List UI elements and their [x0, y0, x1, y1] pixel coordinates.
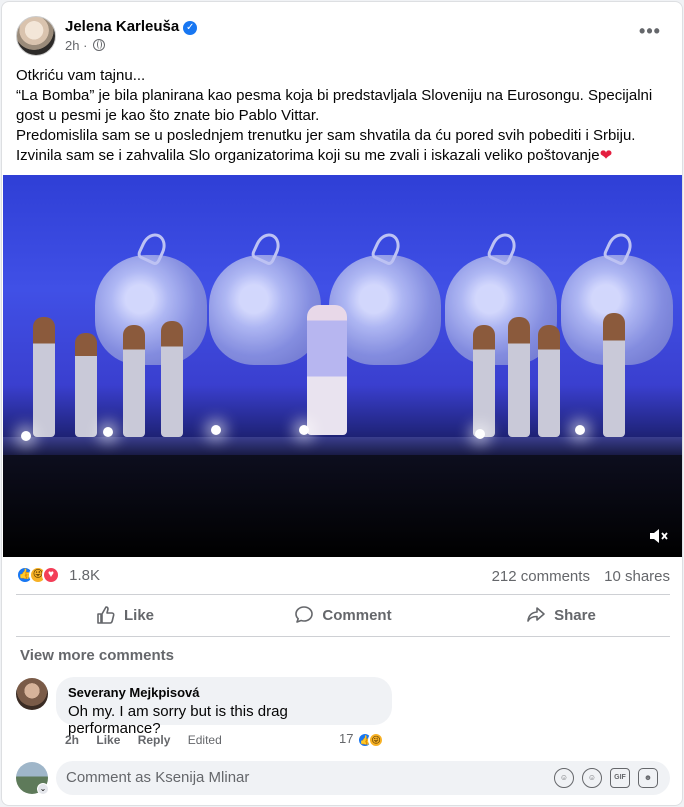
- comment-reactions[interactable]: 17 👍😜: [339, 731, 385, 748]
- composer-icons: ☺ ☺ GIF ☻: [554, 768, 658, 788]
- post-text-line: Otkriću vam tajnu...: [16, 67, 146, 84]
- dancer-figure: [508, 317, 530, 437]
- stage-light: [21, 431, 31, 441]
- comment-reply-button[interactable]: Reply: [138, 733, 171, 747]
- love-reaction-icon: ♥: [42, 566, 60, 585]
- dancer-figure: [75, 333, 97, 437]
- comment-bubble: Severany Mejkpisová Oh my. I am sorry bu…: [56, 677, 392, 737]
- share-label: Share: [554, 606, 596, 624]
- author-name-row: Jelena Karleuša ✓: [65, 18, 198, 35]
- post-header: Jelena Karleuša ✓ 2h · •••: [16, 14, 670, 56]
- commenter-name[interactable]: Severany Mejkpisová: [68, 685, 380, 700]
- comment-meta: 2h Like Reply Edited: [65, 733, 236, 747]
- view-more-comments-link[interactable]: View more comments: [20, 647, 174, 664]
- dancer-figure: [603, 313, 625, 437]
- sticker-avatar-icon[interactable]: ☺: [554, 768, 574, 788]
- heart-emoji-icon: ❤: [599, 147, 613, 164]
- commenter-avatar[interactable]: [16, 678, 48, 710]
- stats-right: 212 comments 10 shares: [482, 568, 670, 585]
- post-actions: Like Comment Share: [16, 598, 670, 632]
- comment-input-placeholder: Comment as Ksenija Mlinar: [66, 769, 250, 786]
- post-video[interactable]: [3, 175, 682, 557]
- stage-light: [299, 425, 309, 435]
- dancer-figure: [473, 325, 495, 437]
- more-options-icon[interactable]: •••: [636, 20, 664, 48]
- haha-reaction-icon: 😜: [368, 731, 385, 748]
- verified-badge-icon: ✓: [183, 21, 198, 35]
- share-button[interactable]: Share: [452, 598, 670, 632]
- comment-count[interactable]: 212 comments: [492, 568, 590, 585]
- stage-balloon-decoration: [95, 255, 207, 365]
- globe-icon: [93, 39, 106, 51]
- reaction-count[interactable]: 1.8K: [69, 567, 100, 584]
- comment-input[interactable]: Comment as Ksenija Mlinar ☺ ☺ GIF ☻: [56, 761, 670, 795]
- comment-label: Comment: [322, 606, 392, 624]
- post-text-line: “La Bomba” je bila planirana kao pesma k…: [16, 87, 653, 124]
- comment-text: Oh my. I am sorry but is this drag perfo…: [68, 703, 288, 737]
- share-count[interactable]: 10 shares: [604, 568, 670, 585]
- comment-icon: [295, 606, 314, 623]
- share-icon: [527, 607, 545, 622]
- stage-balloon-decoration: [209, 255, 321, 365]
- post-text-line-last: Izvinila sam se i zahvalila Slo organiza…: [16, 146, 666, 166]
- like-icon: [97, 606, 115, 624]
- post-text-line: Izvinila sam se i zahvalila Slo organiza…: [16, 147, 600, 164]
- dancer-figure: [538, 325, 560, 437]
- gif-icon[interactable]: GIF: [610, 768, 630, 788]
- dancer-figure: [123, 325, 145, 437]
- emoji-icon[interactable]: ☺: [582, 768, 602, 788]
- stage-light: [103, 427, 113, 437]
- stage-light: [475, 429, 485, 439]
- author-avatar[interactable]: [16, 16, 56, 56]
- post-stats: 👍 😜 ♥ 1.8K 212 comments 10 shares: [16, 566, 670, 588]
- like-label: Like: [123, 606, 154, 624]
- comment-time[interactable]: 2h: [65, 733, 79, 747]
- comment-reaction-count: 17: [339, 731, 354, 746]
- post-text: Otkriću vam tajnu... “La Bomba” je bila …: [16, 66, 666, 166]
- comment-button[interactable]: Comment: [234, 598, 452, 632]
- post-card: Jelena Karleuša ✓ 2h · ••• Otkriću vam ta…: [1, 1, 683, 806]
- comment-like-button[interactable]: Like: [96, 733, 120, 747]
- post-text-line: Predomislila sam se u poslednjem trenutk…: [16, 127, 636, 144]
- dancer-figure: [161, 321, 183, 437]
- chevron-down-icon[interactable]: ⌄: [37, 783, 49, 795]
- comment-edited-label: Edited: [187, 733, 222, 747]
- stage-light: [575, 425, 585, 435]
- stage-floor: [3, 437, 682, 457]
- like-button[interactable]: Like: [16, 598, 234, 632]
- crowd-silhouette: [3, 455, 682, 557]
- divider: [16, 594, 670, 595]
- dancer-figure: [33, 317, 55, 437]
- author-name[interactable]: Jelena Karleuša: [65, 18, 179, 35]
- mute-icon[interactable]: [647, 527, 669, 547]
- post-time[interactable]: 2h: [65, 38, 79, 53]
- sticker-icon[interactable]: ☻: [638, 768, 658, 788]
- performer-figure: [307, 305, 347, 435]
- post-meta: 2h ·: [65, 38, 106, 53]
- divider: [16, 636, 670, 637]
- stage-light: [211, 425, 221, 435]
